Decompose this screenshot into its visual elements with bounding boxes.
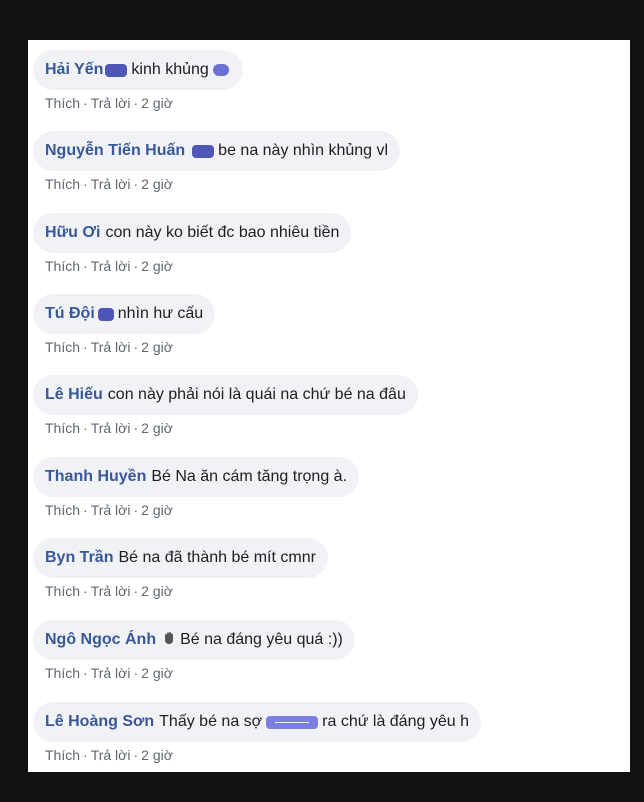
separator: · [133, 583, 139, 599]
comment-author[interactable]: Lê Hoàng Sơn [45, 713, 154, 731]
separator: · [83, 502, 88, 518]
separator: · [133, 420, 139, 436]
comment-actions: Thích · Trả lời · 2 giờ [45, 583, 173, 599]
like-link[interactable]: Thích [45, 258, 80, 274]
comment-time[interactable]: 2 giờ [141, 258, 173, 274]
comment-text: be na này nhìn khủng vl [218, 142, 389, 159]
comment-actions: Thích · Trả lời · 2 giờ [45, 747, 173, 763]
comment-bubble: Nguyễn Tiến Huấn be na này nhìn khủng vl [33, 131, 401, 171]
comment-actions: Thích · Trả lời · 2 giờ [45, 665, 173, 681]
reply-link[interactable]: Trả lời [91, 665, 131, 681]
like-link[interactable]: Thích [45, 502, 80, 518]
comment-text: kinh khủng [131, 61, 209, 78]
reply-link[interactable]: Trả lời [91, 176, 131, 192]
separator: · [83, 339, 88, 355]
reply-link[interactable]: Trả lời [91, 420, 131, 436]
like-link[interactable]: Thích [45, 176, 80, 192]
comments-panel: Hải Yến kinh khủng Thích · Trả lời · 2 giờ N… [28, 40, 630, 772]
like-link[interactable]: Thích [45, 95, 80, 111]
separator: · [83, 95, 88, 111]
separator: · [83, 665, 88, 681]
comment-author[interactable]: Thanh Huyền [45, 468, 146, 486]
comment-item: Hữu Ơi con này ko biết đc bao nhiêu tiền… [28, 203, 630, 285]
comment-item: Nguyễn Tiến Huấn be na này nhìn khủng vl… [28, 121, 630, 203]
separator: · [83, 747, 88, 763]
comment-time[interactable]: 2 giờ [141, 95, 173, 111]
redacted-tag [192, 144, 215, 158]
separator: · [133, 747, 139, 763]
separator: · [83, 583, 88, 599]
comment-bubble: Thanh Huyền Bé Na ăn cám tăng trọng à. [33, 457, 360, 497]
comment-item: Lê Hiếu con này phải nói là quái na chứ … [28, 365, 630, 447]
redacted-tag [97, 307, 114, 321]
comment-text: con này phải nói là quái na chứ bé na đâ… [107, 386, 406, 403]
waving-hand-icon [162, 631, 176, 650]
redacted-emoji [212, 64, 229, 76]
separator: · [133, 95, 139, 111]
comment-text: con này ko biết đc bao nhiêu tiền [105, 224, 340, 241]
reply-link[interactable]: Trả lời [91, 583, 131, 599]
comment-time[interactable]: 2 giờ [141, 176, 173, 192]
comment-text-before: Thấy bé na sợ [159, 713, 263, 730]
reply-link[interactable]: Trả lời [91, 339, 131, 355]
separator: · [133, 502, 139, 518]
comment-author[interactable]: Hữu Ơi [45, 224, 100, 242]
comment-author[interactable]: Ngô Ngọc Ánh [45, 631, 156, 649]
comment-item: Byn Trần Bé na đã thành bé mít cmnr Thíc… [28, 528, 630, 610]
separator: · [83, 258, 88, 274]
comment-actions: Thích · Trả lời · 2 giờ [45, 176, 173, 192]
comment-text: Bé na đáng yêu quá :)) [180, 631, 343, 648]
separator: · [133, 258, 139, 274]
comment-author[interactable]: Byn Trần [45, 549, 113, 567]
comment-time[interactable]: 2 giờ [141, 339, 173, 355]
comment-text: Bé Na ăn cám tăng trọng à. [151, 468, 348, 485]
separator: · [83, 176, 88, 192]
comment-actions: Thích · Trả lời · 2 giờ [45, 95, 173, 111]
comment-time[interactable]: 2 giờ [141, 420, 173, 436]
comment-actions: Thích · Trả lời · 2 giờ [45, 339, 173, 355]
separator: · [133, 339, 139, 355]
separator: · [83, 420, 88, 436]
redacted-tag [105, 63, 128, 77]
reply-link[interactable]: Trả lời [91, 502, 131, 518]
comment-text: nhìn hư cấu [117, 305, 204, 322]
comment-item: Ngô Ngọc Ánh Bé na đáng yêu quá :)) Thíc… [28, 610, 630, 692]
comment-bubble: Hải Yến kinh khủng [33, 50, 243, 90]
comment-item: Tú Đội nhìn hư cấu Thích · Trả lời · 2 giờ [28, 284, 630, 366]
reply-link[interactable]: Trả lời [91, 95, 131, 111]
comment-time[interactable]: 2 giờ [141, 747, 173, 763]
comment-actions: Thích · Trả lời · 2 giờ [45, 420, 173, 436]
like-link[interactable]: Thích [45, 339, 80, 355]
comment-author[interactable]: Hải Yến [45, 61, 103, 79]
separator: · [133, 176, 139, 192]
comment-author[interactable]: Tú Đội [45, 305, 95, 323]
redacted-mention [266, 715, 319, 729]
comment-text: Bé na đã thành bé mít cmnr [118, 549, 316, 566]
comment-author[interactable]: Nguyễn Tiến Huấn [45, 142, 185, 160]
reply-link[interactable]: Trả lời [91, 747, 131, 763]
separator: · [133, 665, 139, 681]
comment-actions: Thích · Trả lời · 2 giờ [45, 502, 173, 518]
comment-actions: Thích · Trả lời · 2 giờ [45, 258, 173, 274]
comment-bubble: Lê Hoàng Sơn Thấy bé na sợ ra chứ là đán… [33, 702, 481, 742]
like-link[interactable]: Thích [45, 747, 80, 763]
like-link[interactable]: Thích [45, 420, 80, 436]
comment-time[interactable]: 2 giờ [141, 502, 173, 518]
comment-item: Thanh Huyền Bé Na ăn cám tăng trọng à. T… [28, 447, 630, 529]
like-link[interactable]: Thích [45, 665, 80, 681]
comment-author[interactable]: Lê Hiếu [45, 386, 103, 404]
reply-link[interactable]: Trả lời [91, 258, 131, 274]
comment-time[interactable]: 2 giờ [141, 665, 173, 681]
comment-bubble: Tú Đội nhìn hư cấu [33, 294, 216, 334]
comment-bubble: Byn Trần Bé na đã thành bé mít cmnr [33, 538, 328, 578]
comment-bubble: Ngô Ngọc Ánh Bé na đáng yêu quá :)) [33, 620, 355, 660]
comment-item: Lê Hoàng Sơn Thấy bé na sợ ra chứ là đán… [28, 692, 630, 772]
comment-bubble: Hữu Ơi con này ko biết đc bao nhiêu tiền [33, 213, 352, 253]
like-link[interactable]: Thích [45, 583, 80, 599]
comment-bubble: Lê Hiếu con này phải nói là quái na chứ … [33, 375, 418, 415]
comment-time[interactable]: 2 giờ [141, 583, 173, 599]
comment-text-after: ra chứ là đáng yêu h [322, 713, 469, 730]
comment-item: Hải Yến kinh khủng Thích · Trả lời · 2 giờ [28, 40, 630, 122]
